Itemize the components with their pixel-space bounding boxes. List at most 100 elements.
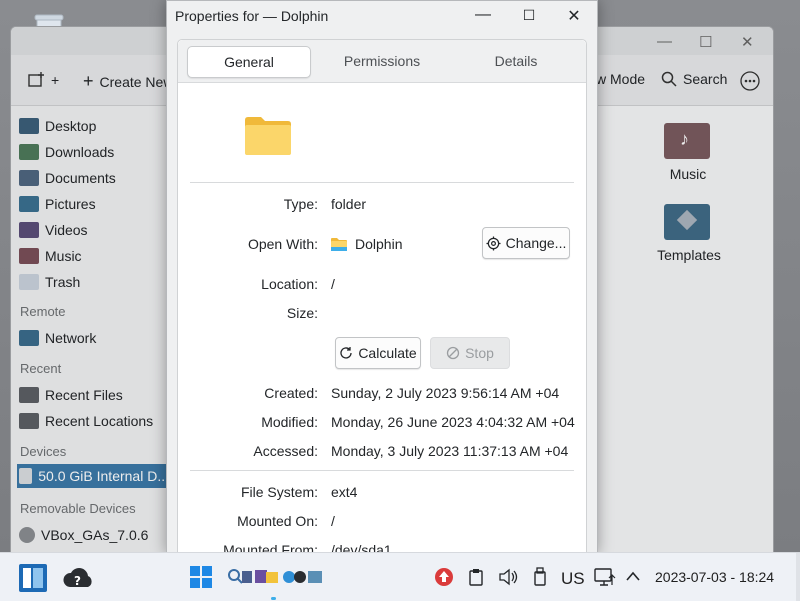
sidebar-item-recent-files[interactable]: Recent Files — [19, 385, 123, 405]
videos-folder-icon — [19, 222, 39, 238]
search-icon — [661, 71, 677, 87]
filesystem-label: File System: — [240, 484, 318, 500]
sidebar-heading-devices: Devices — [20, 444, 67, 459]
task-manager-icons[interactable] — [226, 566, 324, 588]
mounted-on-label: Mounted On: — [237, 513, 318, 529]
removable-device-icon[interactable] — [532, 567, 548, 587]
hard-drive-icon — [19, 468, 33, 484]
keyboard-layout-indicator[interactable]: US — [561, 569, 585, 589]
music-folder-icon — [19, 248, 39, 264]
created-value: Sunday, 2 July 2023 9:56:14 AM +04 — [331, 385, 560, 401]
svg-text:?: ? — [74, 574, 81, 588]
sidebar-item-videos[interactable]: Videos — [19, 220, 88, 240]
search-button[interactable]: Search — [661, 71, 727, 87]
calculate-button[interactable]: Calculate — [335, 337, 421, 369]
size-label: Size: — [286, 305, 318, 321]
sidebar-item-vbox-gas[interactable]: VBox_GAs_7.0.6 — [19, 525, 148, 545]
clipboard-icon[interactable] — [468, 568, 484, 586]
sidebar-item-documents[interactable]: Documents — [19, 168, 116, 188]
stop-button[interactable]: Stop — [430, 337, 510, 369]
taskbar: ? US 2023-07-03 - 18:24 — [0, 552, 800, 601]
sidebar-heading-recent: Recent — [20, 361, 62, 376]
sidebar-item-label: VBox_GAs_7.0.6 — [41, 527, 149, 543]
places-sidebar: Desktop Downloads Documents Pictures Vid… — [11, 106, 169, 553]
show-desktop-button[interactable] — [796, 553, 800, 601]
pictures-folder-icon — [19, 196, 39, 212]
sidebar-item-pictures[interactable]: Pictures — [19, 194, 96, 214]
sidebar-item-label: Pictures — [45, 196, 96, 212]
start-menu-icon[interactable] — [190, 566, 212, 588]
update-notifier-icon[interactable] — [434, 567, 454, 587]
dialog-title: Properties for — Dolphin — [175, 8, 329, 24]
stop-button-label: Stop — [465, 345, 494, 361]
tab-details[interactable]: Details — [454, 46, 578, 76]
minimize-icon[interactable]: — — [473, 6, 493, 24]
templates-folder-icon[interactable] — [664, 204, 710, 240]
folder-icon[interactable] — [244, 116, 292, 156]
network-icon — [19, 330, 39, 346]
network-icon[interactable] — [594, 567, 616, 587]
sidebar-item-label: Network — [45, 330, 97, 346]
new-tab-label: + — [51, 72, 60, 88]
file-view: ♪ Music Templates — [596, 106, 773, 553]
sidebar-item-network[interactable]: Network — [19, 328, 96, 348]
minimize-icon[interactable]: — — [657, 33, 672, 50]
modified-value: Monday, 26 June 2023 4:04:32 AM +04 — [331, 414, 575, 430]
more-options-icon — [740, 71, 760, 91]
sidebar-item-desktop[interactable]: Desktop — [19, 116, 96, 136]
sidebar-item-trash[interactable]: Trash — [19, 272, 80, 292]
folder-label-templates[interactable]: Templates — [644, 247, 734, 263]
new-tab-icon — [28, 72, 44, 87]
sidebar-item-label: 50.0 GiB Internal D... — [38, 468, 169, 484]
close-icon[interactable]: ✕ — [564, 6, 584, 26]
modified-label: Modified: — [261, 414, 318, 430]
type-value: folder — [331, 196, 367, 212]
help-cloud-icon[interactable]: ? — [62, 563, 94, 593]
filesystem-value: ext4 — [331, 484, 358, 500]
open-with-label: Open With: — [247, 236, 318, 252]
tab-general[interactable]: General — [187, 46, 311, 78]
new-tab-button[interactable]: + — [27, 71, 59, 89]
sidebar-item-downloads[interactable]: Downloads — [19, 142, 114, 162]
recent-locations-icon — [19, 413, 39, 429]
dolphin-app-icon — [331, 238, 347, 251]
optical-disc-icon — [19, 527, 35, 543]
separator — [190, 470, 574, 471]
documents-folder-icon — [19, 170, 39, 186]
downloads-folder-icon — [19, 144, 39, 160]
sidebar-heading-removable: Removable Devices — [20, 501, 136, 516]
menu-button[interactable] — [740, 71, 760, 91]
search-label: Search — [683, 71, 728, 87]
properties-dialog: Properties for — Dolphin — ☐ ✕ General P… — [166, 0, 598, 554]
view-mode-label: w Mode — [596, 71, 646, 87]
sidebar-item-internal-drive[interactable]: 50.0 GiB Internal D... — [17, 464, 169, 488]
created-label: Created: — [264, 385, 318, 401]
mounted-on-value: / — [331, 513, 335, 529]
sidebar-item-label: Music — [45, 248, 82, 264]
create-new-button[interactable]: + Create New — [83, 71, 173, 92]
application-launcher-icon[interactable] — [18, 563, 48, 593]
change-button[interactable]: Change... — [482, 227, 570, 259]
location-value: / — [331, 276, 335, 292]
sidebar-item-music[interactable]: Music — [19, 246, 82, 266]
volume-icon[interactable] — [498, 568, 518, 586]
open-with-app: Dolphin — [331, 236, 402, 252]
digital-clock[interactable]: 2023-07-03 - 18:24 — [655, 569, 774, 585]
chevron-up-icon[interactable] — [625, 570, 641, 582]
tab-permissions[interactable]: Permissions — [320, 46, 444, 76]
sidebar-item-recent-locations[interactable]: Recent Locations — [19, 411, 153, 431]
folder-label-music[interactable]: Music — [656, 166, 720, 182]
stop-icon — [446, 346, 460, 360]
accessed-label: Accessed: — [253, 443, 318, 459]
maximize-icon[interactable]: ☐ — [519, 7, 539, 24]
type-label: Type: — [283, 196, 318, 212]
sidebar-item-label: Recent Files — [45, 387, 123, 403]
tab-bar: General Permissions Details — [178, 40, 586, 83]
view-mode-button[interactable]: w Mode — [596, 71, 645, 87]
maximize-icon[interactable]: ☐ — [699, 33, 712, 51]
close-icon[interactable]: ✕ — [741, 33, 754, 51]
desktop-folder-icon — [19, 118, 39, 134]
separator — [190, 182, 574, 183]
music-folder-icon[interactable]: ♪ — [664, 123, 710, 159]
sidebar-item-label: Recent Locations — [45, 413, 154, 429]
